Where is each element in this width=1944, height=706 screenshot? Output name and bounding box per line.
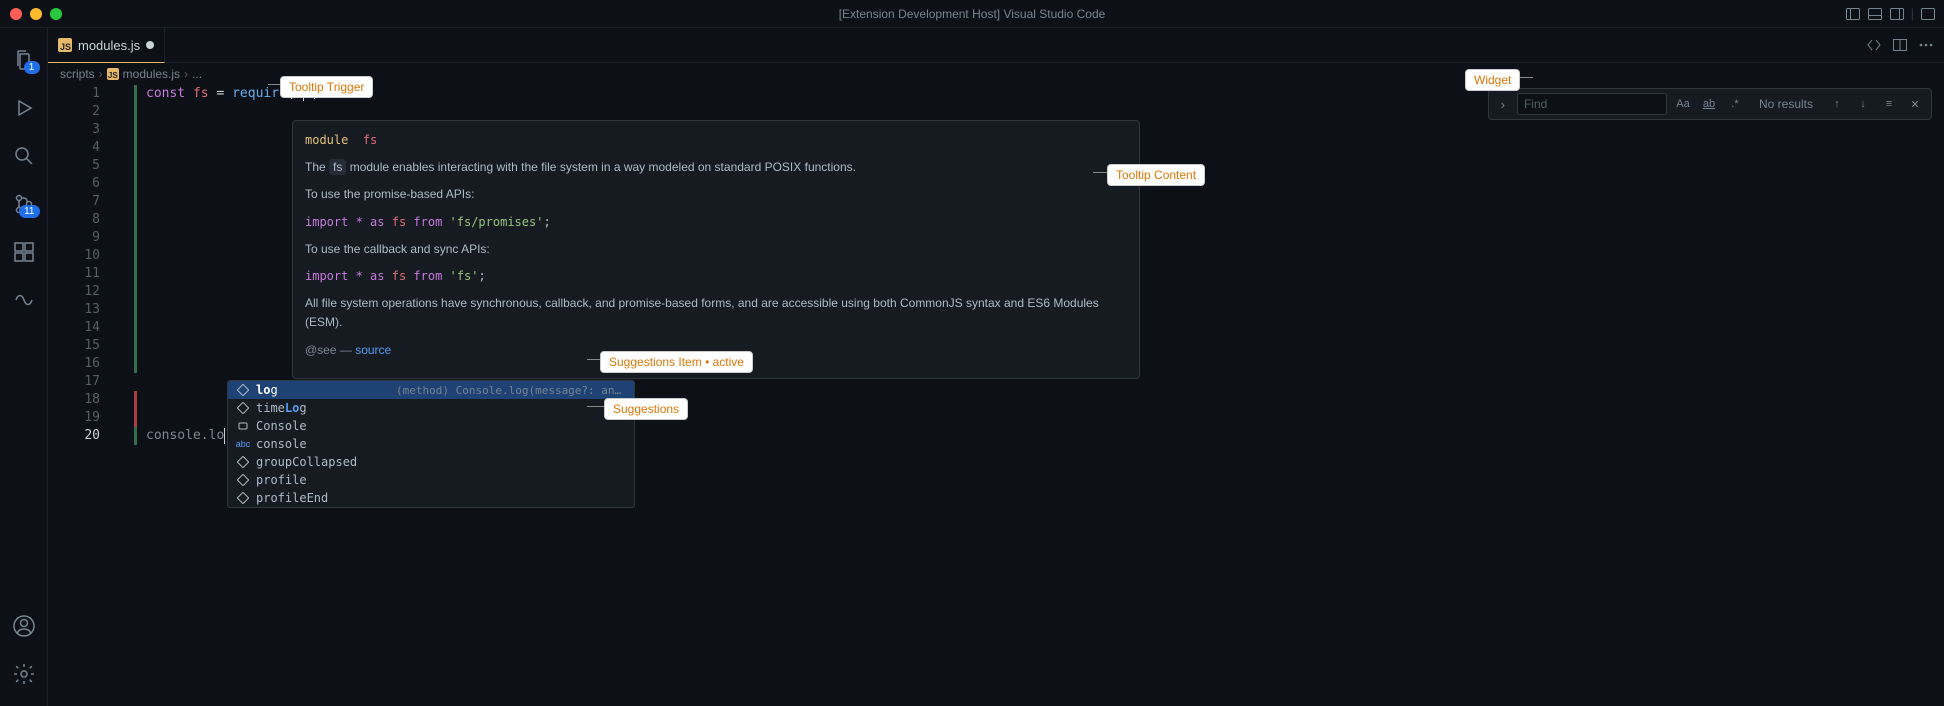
explorer-badge: 1 [24, 61, 40, 74]
annotation-suggestions: Suggestions [604, 398, 688, 420]
method-icon [236, 401, 250, 415]
activity-bar: 1 11 [0, 28, 48, 706]
activity-scm[interactable]: 11 [0, 180, 48, 228]
find-input[interactable] [1517, 93, 1667, 115]
tooltip-para-3: To use the callback and sync APIs: [305, 240, 1127, 259]
modified-indicator-icon [146, 41, 154, 49]
tab-label: modules.js [78, 38, 140, 53]
suggestion-item-profile[interactable]: profile [228, 471, 634, 489]
breadcrumb-seg-symbol[interactable]: ... [192, 67, 202, 81]
annotation-tooltip-trigger: Tooltip Trigger [280, 76, 373, 98]
js-file-icon: JS [58, 38, 72, 52]
tabs-bar: JS modules.js [48, 28, 1944, 63]
find-match-case-icon[interactable]: Aa [1673, 94, 1693, 114]
tooltip-source-link[interactable]: source [355, 343, 391, 357]
split-editor-icon[interactable] [1892, 37, 1908, 53]
method-icon [236, 473, 250, 487]
window-close-button[interactable] [10, 8, 22, 20]
title-bar: [Extension Development Host] Visual Stud… [0, 0, 1944, 28]
find-in-selection-icon[interactable]: ≡ [1879, 94, 1899, 114]
suggestion-item-timelog[interactable]: timeLog [228, 399, 634, 417]
find-next-icon[interactable]: ↓ [1853, 94, 1873, 114]
activity-explorer[interactable]: 1 [0, 36, 48, 84]
more-actions-icon[interactable] [1918, 37, 1934, 53]
window-minimize-button[interactable] [30, 8, 42, 20]
variable-icon [236, 419, 250, 433]
tooltip-code-2: import * as fs from 'fs'; [305, 267, 1127, 286]
layout-panel-left-icon[interactable] [1845, 6, 1861, 22]
activity-search[interactable] [0, 132, 48, 180]
line-numbers-gutter: 1 2 3 4 5 6 7 8 9 10 11 12 13 14 15 16 1… [48, 85, 118, 706]
suggestion-item-groupcollapsed[interactable]: groupCollapsed [228, 453, 634, 471]
text-icon: abc [236, 437, 250, 451]
suggestion-item-profileend[interactable]: profileEnd [228, 489, 634, 507]
js-file-icon: JS [107, 68, 119, 80]
annotation-tooltip-content: Tooltip Content [1107, 164, 1205, 186]
activity-run-debug[interactable] [0, 84, 48, 132]
activity-settings[interactable] [0, 650, 48, 698]
method-icon [236, 383, 250, 397]
find-prev-icon[interactable]: ↑ [1827, 94, 1847, 114]
annotation-suggest-item: Suggestions Item • active [600, 351, 753, 373]
activity-extensions[interactable] [0, 228, 48, 276]
tooltip-para-2: To use the promise-based APIs: [305, 185, 1127, 204]
find-toggle-replace-icon[interactable]: › [1495, 97, 1511, 112]
suggestion-item-console-class[interactable]: Console [228, 417, 634, 435]
tooltip-signature: module fs [305, 131, 1127, 150]
window-maximize-button[interactable] [50, 8, 62, 20]
method-icon [236, 491, 250, 505]
tooltip-code-1: import * as fs from 'fs/promises'; [305, 213, 1127, 232]
layout-panel-bottom-icon[interactable] [1867, 6, 1883, 22]
method-icon [236, 455, 250, 469]
tab-modules-js[interactable]: JS modules.js [48, 28, 165, 63]
breadcrumb-seg-scripts[interactable]: scripts [60, 67, 95, 81]
find-regex-icon[interactable]: .* [1725, 94, 1745, 114]
activity-custom[interactable] [0, 276, 48, 324]
tooltip-para-4: All file system operations have synchron… [305, 294, 1127, 332]
find-whole-word-icon[interactable]: ab [1699, 94, 1719, 114]
annotation-widget: Widget [1465, 69, 1520, 91]
layout-customize-icon[interactable] [1920, 6, 1936, 22]
suggestion-item-console-word[interactable]: abc console [228, 435, 634, 453]
layout-panel-right-icon[interactable] [1889, 6, 1905, 22]
compare-changes-icon[interactable] [1866, 37, 1882, 53]
window-title: [Extension Development Host] Visual Stud… [839, 7, 1106, 21]
suggestions-list[interactable]: log (method) Console.log(message?: any, … [227, 380, 635, 508]
hover-tooltip[interactable]: module fs The fs module enables interact… [292, 120, 1140, 379]
find-widget[interactable]: › Aa ab .* No results ↑ ↓ ≡ ✕ [1488, 88, 1932, 120]
tooltip-para-1: The fs module enables interacting with t… [305, 158, 1127, 177]
scm-badge: 11 [19, 205, 39, 218]
chevron-right-icon: › [184, 67, 188, 81]
find-close-icon[interactable]: ✕ [1905, 94, 1925, 114]
activity-account[interactable] [0, 602, 48, 650]
breadcrumb-seg-file[interactable]: modules.js [123, 67, 180, 81]
suggestion-item-log[interactable]: log (method) Console.log(message?: any, … [228, 381, 634, 399]
chevron-right-icon: › [99, 67, 103, 81]
find-results-text: No results [1759, 97, 1813, 111]
